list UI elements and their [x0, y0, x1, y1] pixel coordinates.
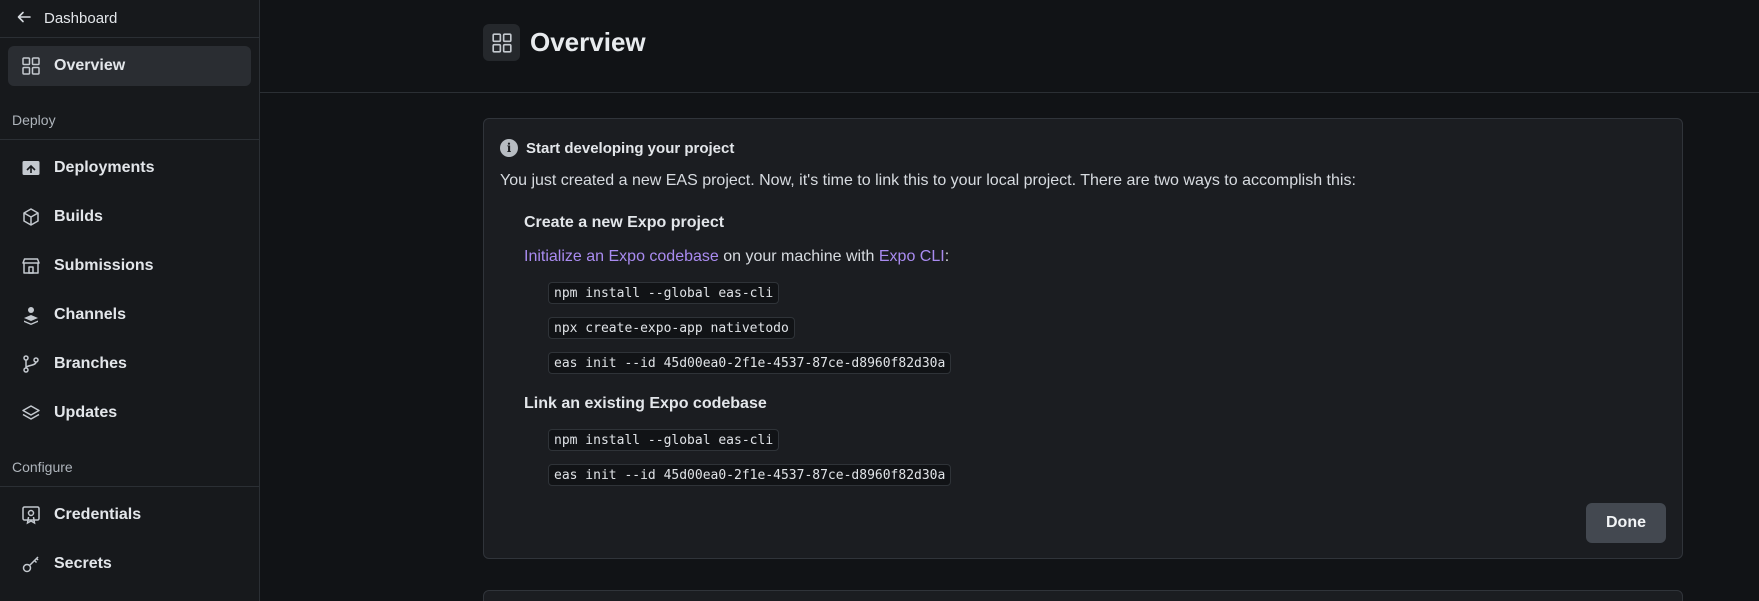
code-snippet[interactable]: eas init --id 45d00ea0-2f1e-4537-87ce-d8… [548, 464, 952, 486]
cube-icon [20, 206, 42, 228]
sidebar-item-label: Builds [54, 208, 103, 225]
existing-codebase-heading: Link an existing Expo codebase [524, 395, 767, 412]
sidebar-item-secrets[interactable]: Secrets [8, 544, 251, 584]
code-snippet[interactable]: npm install --global eas-cli [548, 282, 780, 304]
page-title: Overview [530, 27, 646, 57]
sidebar-item-label: Overview [54, 57, 126, 74]
sidebar-item-label: Channels [54, 306, 127, 323]
back-label: Dashboard [44, 10, 118, 27]
branch-icon [20, 353, 42, 375]
deployments-icon [20, 157, 42, 179]
sidebar-item-updates[interactable]: Updates [8, 393, 251, 433]
new-project-heading: Create a new Expo project [524, 214, 725, 231]
grid-icon [483, 24, 520, 61]
sidebar-item-deployments[interactable]: Deployments [8, 148, 251, 188]
sidebar-item-label: Updates [54, 404, 118, 421]
layers-icon [20, 402, 42, 424]
instruction-middle-text: on your machine with [718, 248, 879, 265]
key-icon [20, 553, 42, 575]
channels-icon [20, 304, 42, 326]
back-to-dashboard-link[interactable]: Dashboard [0, 0, 259, 38]
section-label-configure: Configure [0, 459, 259, 487]
sidebar-item-label: Branches [54, 355, 127, 372]
code-snippet[interactable]: npm install --global eas-cli [548, 429, 780, 451]
sidebar-item-builds[interactable]: Builds [8, 197, 251, 237]
sidebar-item-submissions[interactable]: Submissions [8, 246, 251, 286]
initialize-codebase-link[interactable]: Initialize an Expo codebase [524, 248, 719, 265]
sidebar-item-label: Deployments [54, 159, 155, 176]
card-title: i Start developing your project [500, 139, 734, 157]
credentials-icon [20, 504, 42, 526]
store-icon [20, 255, 42, 277]
getting-started-card: i Start developing your project You just… [483, 118, 1683, 559]
expo-cli-link[interactable]: Expo CLI [879, 248, 945, 265]
card-intro: You just created a new EAS project. Now,… [500, 172, 1356, 189]
sidebar-item-channels[interactable]: Channels [8, 295, 251, 335]
new-project-instruction: Initialize an Expo codebase on your mach… [524, 248, 949, 266]
info-icon: i [500, 139, 518, 157]
sidebar-item-overview[interactable]: Overview [8, 46, 251, 86]
sidebar: Dashboard Overview Deploy Deployments Bu… [0, 0, 260, 601]
sidebar-item-credentials[interactable]: Credentials [8, 495, 251, 535]
done-button[interactable]: Done [1586, 503, 1666, 543]
code-snippet[interactable]: eas init --id 45d00ea0-2f1e-4537-87ce-d8… [548, 352, 952, 374]
card-title-text: Start developing your project [526, 139, 735, 157]
grid-icon [20, 55, 42, 77]
instruction-suffix: : [944, 248, 950, 265]
sidebar-item-label: Submissions [54, 257, 154, 274]
sidebar-item-branches[interactable]: Branches [8, 344, 251, 384]
arrow-left-icon [16, 9, 32, 29]
section-label-deploy: Deploy [0, 112, 259, 140]
sidebar-item-label: Secrets [54, 555, 112, 572]
next-card [483, 590, 1683, 601]
page-header: Overview [260, 0, 1759, 93]
code-snippet[interactable]: npx create-expo-app nativetodo [548, 317, 795, 339]
sidebar-item-label: Credentials [54, 506, 142, 523]
